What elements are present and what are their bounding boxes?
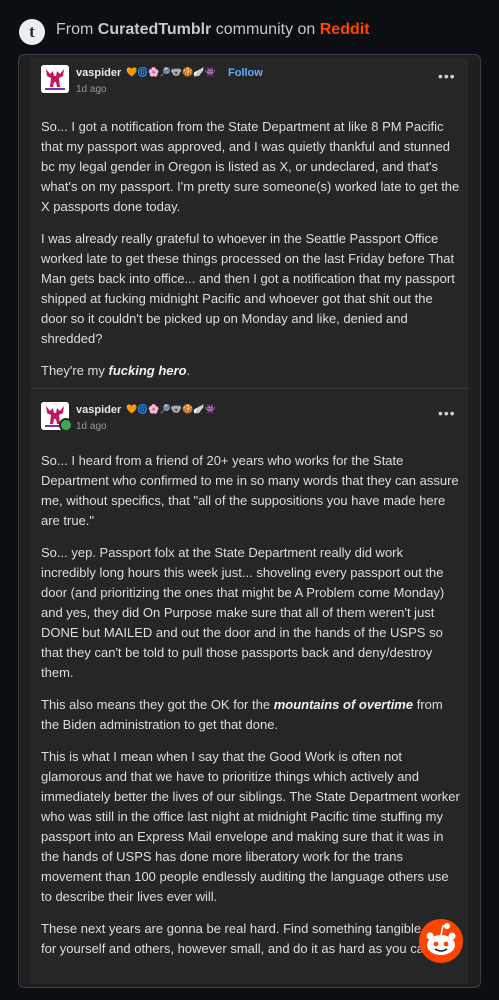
post-body: So... I heard from a friend of 20+ years…: [41, 451, 461, 971]
post-paragraph: They're my fucking hero.: [41, 361, 461, 381]
moose-avatar[interactable]: [41, 65, 69, 93]
tumblr-logo-icon: t: [19, 19, 45, 45]
tumblr-post-1: vaspider 🧡🌀🌸🔎🐨🍪🪽👾 Follow 1d ago ••• So..…: [31, 58, 468, 389]
post-paragraph: So... I got a notification from the Stat…: [41, 119, 460, 214]
text-run: .: [186, 363, 191, 378]
source-line: From CuratedTumblr community on Reddit: [56, 21, 370, 39]
emphasis-text: fucking hero: [108, 363, 187, 378]
more-options-icon[interactable]: •••: [438, 68, 456, 84]
post-time: 1d ago: [76, 421, 107, 432]
text-run: This also means they got the OK for the: [41, 697, 274, 712]
post-paragraph: This is what I mean when I say that the …: [41, 749, 460, 904]
tumblr-post-2: vaspider 🧡🌀🌸🔎🐨🍪🪽👾 1d ago ••• So... I hea…: [31, 389, 468, 984]
user-badges: 🧡🌀🌸🔎🐨🍪🪽👾: [126, 404, 216, 414]
online-status-icon: [59, 418, 73, 432]
post-time: 1d ago: [76, 84, 107, 95]
reddit-snoo-icon: [419, 919, 463, 963]
header: t From CuratedTumblr community on Reddit: [0, 0, 499, 62]
emphasis-text: mountains of overtime: [273, 697, 414, 712]
post-paragraph: These next years are gonna be real hard.…: [41, 921, 454, 956]
post-paragraph: This also means they got the OK for the …: [41, 695, 461, 735]
post-username[interactable]: vaspider: [76, 404, 121, 416]
community-name[interactable]: CuratedTumblr: [98, 21, 211, 38]
reddit-name[interactable]: Reddit: [320, 21, 370, 38]
follow-button[interactable]: Follow: [228, 67, 263, 79]
post-paragraph: So... I heard from a friend of 20+ years…: [41, 453, 459, 528]
more-options-icon[interactable]: •••: [438, 405, 456, 421]
source-prefix: From: [56, 21, 98, 38]
user-badges: 🧡🌀🌸🔎🐨🍪🪽👾: [126, 67, 216, 77]
text-run: They're my: [41, 363, 109, 378]
post-paragraph: I was already really grateful to whoever…: [41, 231, 455, 346]
post-username[interactable]: vaspider: [76, 67, 121, 79]
post-paragraph: So... yep. Passport folx at the State De…: [41, 545, 445, 680]
post-body: So... I got a notification from the Stat…: [41, 117, 461, 393]
source-middle: community on: [211, 21, 320, 38]
